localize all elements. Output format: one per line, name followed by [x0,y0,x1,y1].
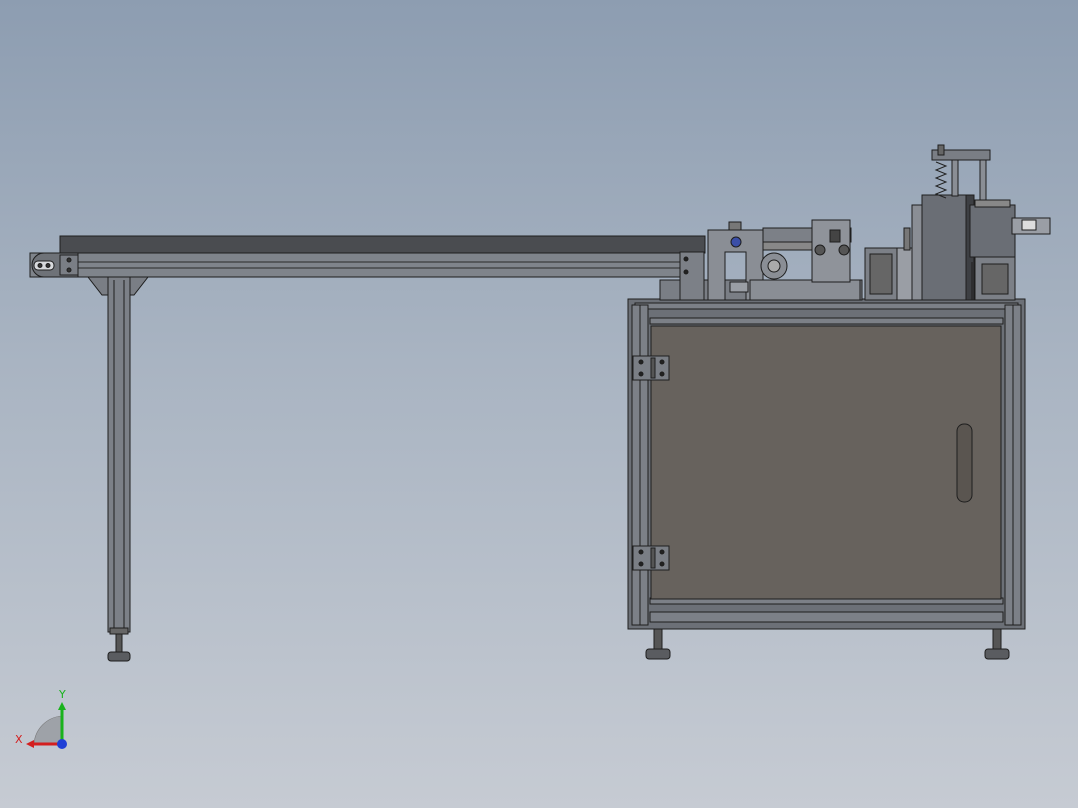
cabinet-door-panel [650,325,1002,600]
processing-head [659,144,1051,301]
orientation-triad: X Y [15,688,67,749]
door-handle [956,423,973,503]
z-axis [57,739,67,749]
conveyor-belt [59,235,706,254]
cabinet [627,298,1026,660]
leveling-foot [645,648,671,660]
leveling-foot [984,648,1010,660]
motor-housing [969,204,1016,258]
sensor-knob [730,236,742,248]
leveling-foot [107,651,131,662]
press-column [921,194,969,301]
machine-drawing [29,144,1051,662]
cad-viewport[interactable]: X Y [0,0,1078,808]
conveyor [29,235,706,662]
conveyor-rail [29,252,701,278]
x-axis-label: X [15,733,23,746]
triad-plane [33,715,63,745]
conveyor-leg [107,276,131,633]
y-axis-label: Y [58,688,66,701]
spring [934,161,948,199]
